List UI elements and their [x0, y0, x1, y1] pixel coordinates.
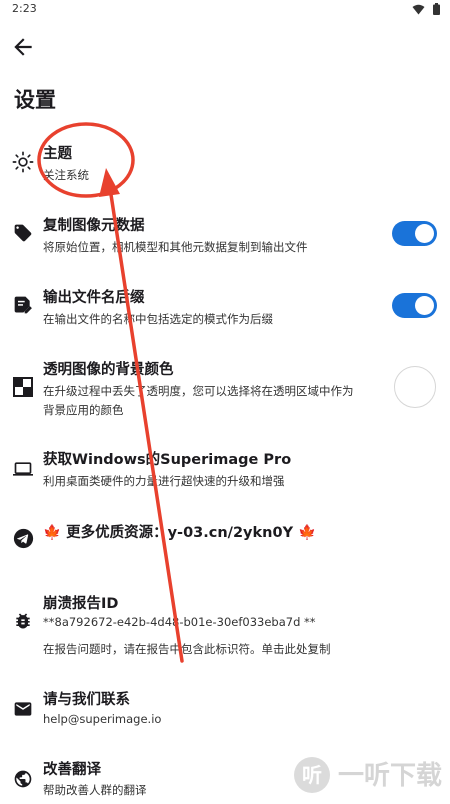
arrow-back-icon	[14, 38, 32, 56]
status-icons	[412, 3, 440, 15]
translation-desc: 帮助改善人群的翻译	[43, 783, 147, 797]
status-time: 2:23	[12, 2, 37, 15]
laptop-icon	[12, 458, 34, 480]
back-button[interactable]	[10, 34, 36, 60]
copy-metadata-toggle[interactable]	[392, 221, 437, 246]
svg-text:一听下载: 一听下载	[338, 761, 442, 791]
crash-report-title: 崩溃报告ID	[43, 596, 119, 612]
watermark-logo: 听 一听下载	[290, 750, 450, 800]
output-suffix-toggle[interactable]	[392, 293, 437, 318]
theme-value: 关注系统	[43, 168, 89, 182]
transparent-bg-desc-1: 在升级过程中丢失了透明度，您可以选择将在透明区域中作为	[43, 384, 354, 398]
edit-file-icon	[12, 294, 34, 316]
svg-text:听: 听	[302, 763, 322, 787]
theme-title: 主题	[43, 146, 72, 162]
copy-metadata-title: 复制图像元数据	[43, 218, 145, 234]
page-title: 设置	[14, 88, 56, 112]
wifi-icon	[412, 4, 425, 14]
transparent-bg-desc-2: 背景应用的颜色	[43, 403, 124, 417]
brightness-icon	[12, 151, 34, 173]
setting-transparent-bg[interactable]: 透明图像的背景颜色 在升级过程中丢失了透明度，您可以选择将在透明区域中作为 背景…	[0, 354, 450, 424]
mail-icon	[12, 698, 34, 720]
telegram-icon	[12, 527, 34, 549]
battery-icon	[433, 3, 440, 15]
setting-get-pro[interactable]: 获取Windows的Superimage Pro 利用桌面类硬件的力量进行超快速…	[0, 444, 450, 499]
transparent-bg-title: 透明图像的背景颜色	[43, 362, 174, 378]
globe-icon	[12, 768, 34, 790]
label-tag-icon	[12, 222, 34, 244]
output-suffix-title: 输出文件名后缀	[43, 290, 145, 306]
setting-contact[interactable]: 请与我们联系 help@superimage.io	[0, 686, 450, 736]
checkerboard-icon	[12, 376, 34, 398]
get-pro-desc: 利用桌面类硬件的力量进行超快速的升级和增强	[43, 474, 285, 488]
copy-metadata-desc: 将原始位置，相机模型和其他元数据复制到输出文件	[43, 240, 308, 254]
contact-title: 请与我们联系	[43, 692, 130, 708]
output-suffix-desc: 在输出文件的名称中包括选定的模式作为后缀	[43, 312, 273, 326]
promo-link-text: 🍁 更多优质资源：y-03.cn/2ykn0Y 🍁	[43, 525, 317, 541]
crash-report-id: **8a792672-e42b-4d48-b01e-30ef033eba7d *…	[43, 615, 316, 629]
bug-icon	[12, 610, 34, 632]
setting-crash-report[interactable]: 崩溃报告ID **8a792672-e42b-4d48-b01e-30ef033…	[0, 588, 450, 663]
get-pro-title: 获取Windows的Superimage Pro	[43, 452, 292, 468]
translation-title: 改善翻译	[43, 762, 101, 778]
status-bar: 2:23	[0, 0, 450, 20]
setting-copy-metadata[interactable]: 复制图像元数据 将原始位置，相机模型和其他元数据复制到输出文件	[0, 210, 450, 265]
setting-promo-link[interactable]: 🍁 更多优质资源：y-03.cn/2ykn0Y 🍁	[0, 516, 450, 561]
setting-output-suffix[interactable]: 输出文件名后缀 在输出文件的名称中包括选定的模式作为后缀	[0, 282, 450, 337]
contact-email: help@superimage.io	[43, 712, 162, 726]
background-color-swatch[interactable]	[394, 366, 436, 408]
crash-report-hint: 在报告问题时，请在报告中包含此标识符。单击此处复制	[43, 642, 331, 656]
setting-theme[interactable]: 主题 关注系统	[0, 138, 450, 193]
